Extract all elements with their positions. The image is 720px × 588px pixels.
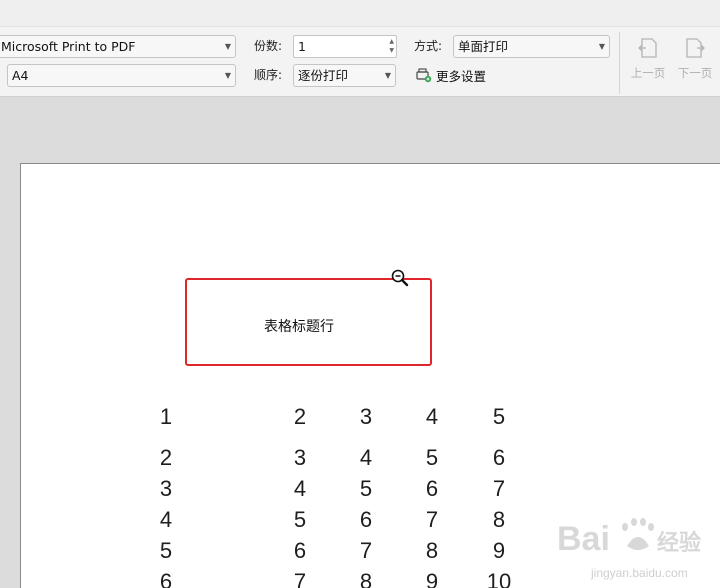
copies-stepper[interactable]: 1 ▲ ▼ <box>293 35 397 58</box>
mode-label: 方式: <box>414 39 443 53</box>
table-cell: 7 <box>425 507 439 532</box>
table-cell: 5 <box>425 445 439 470</box>
prev-page-icon <box>638 38 657 58</box>
order-select[interactable]: 逐份打印 ▼ <box>293 64 396 87</box>
table-cell: 5 <box>293 507 307 532</box>
stepper-up-icon[interactable]: ▲ <box>389 38 394 46</box>
prev-page-label: 上一页 <box>630 66 666 80</box>
table-row: 2 3 4 5 6 <box>0 444 720 472</box>
order-select-value: 逐份打印 <box>298 68 349 83</box>
table-cell: 4 <box>425 404 439 429</box>
mode-select[interactable]: 单面打印 ▼ <box>453 35 610 58</box>
table-cell: 7 <box>293 569 307 588</box>
table-row: 4 5 6 7 8 <box>0 506 720 534</box>
table-cell: 8 <box>492 507 506 532</box>
copies-label: 份数: <box>254 39 283 53</box>
print-toolbar: Microsoft Print to PDF ▼ A4 ▼ 份数: 1 ▲ ▼ … <box>0 27 720 97</box>
table-cell: 6 <box>159 569 173 588</box>
table-title-row: 表格标题行 <box>264 319 334 335</box>
table-cell: 8 <box>359 569 373 588</box>
table-row: 5 6 7 8 9 <box>0 537 720 565</box>
table-cell: 3 <box>293 445 307 470</box>
mode-select-value: 单面打印 <box>458 39 509 54</box>
table-cell: 5 <box>359 476 373 501</box>
zoom-cursor-icon <box>391 269 409 287</box>
table-cell: 2 <box>159 445 173 470</box>
table-cell: 4 <box>359 445 373 470</box>
printer-select-value: Microsoft Print to PDF <box>1 39 136 54</box>
next-page-icon <box>686 38 705 58</box>
more-settings-label: 更多设置 <box>436 68 487 84</box>
table-row: 6 7 8 9 10 <box>0 568 720 588</box>
table-cell: 9 <box>425 569 439 588</box>
table-cell: 9 <box>492 538 506 563</box>
table-cell: 6 <box>425 476 439 501</box>
next-page-label: 下一页 <box>677 66 713 80</box>
printer-settings-icon <box>416 67 432 82</box>
chevron-down-icon: ▼ <box>224 42 231 51</box>
table-row: 3 4 5 6 7 <box>0 475 720 503</box>
paper-size-select[interactable]: A4 ▼ <box>7 64 236 87</box>
chevron-down-icon: ▼ <box>224 71 231 80</box>
stepper-down-icon[interactable]: ▼ <box>389 47 394 55</box>
table-cell: 4 <box>293 476 307 501</box>
table-cell: 5 <box>492 404 506 429</box>
more-settings-button[interactable]: 更多设置 <box>416 65 486 85</box>
table-cell: 1 <box>159 404 173 429</box>
order-label: 顺序: <box>254 68 283 82</box>
table-cell: 2 <box>293 404 307 429</box>
chevron-down-icon: ▼ <box>384 71 391 80</box>
table-cell: 6 <box>293 538 307 563</box>
chevron-down-icon: ▼ <box>598 42 605 51</box>
table-cell: 5 <box>159 538 173 563</box>
paper-size-value: A4 <box>12 68 29 83</box>
table-cell: 7 <box>492 476 506 501</box>
table-cell: 6 <box>492 445 506 470</box>
table-cell: 10 <box>486 569 512 588</box>
table-cell: 3 <box>159 476 173 501</box>
printer-select[interactable]: Microsoft Print to PDF ▼ <box>0 35 236 58</box>
table-cell: 6 <box>359 507 373 532</box>
next-page-button[interactable]: 下一页 <box>673 36 717 86</box>
table-row: 1 2 3 4 5 <box>0 403 720 431</box>
table-cell: 8 <box>425 538 439 563</box>
toolbar-divider <box>619 32 620 94</box>
table-cell: 4 <box>159 507 173 532</box>
table-cell: 7 <box>359 538 373 563</box>
table-cell: 3 <box>359 404 373 429</box>
copies-value: 1 <box>298 39 306 54</box>
prev-page-button[interactable]: 上一页 <box>626 36 670 86</box>
window-top-strip <box>0 0 720 27</box>
